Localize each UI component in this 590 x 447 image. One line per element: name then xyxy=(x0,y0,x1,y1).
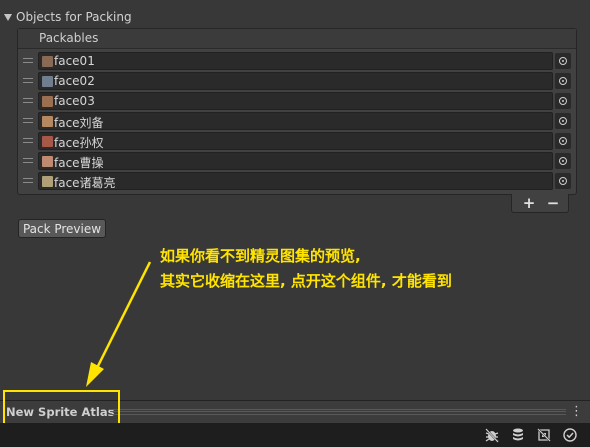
check-circle-icon[interactable] xyxy=(562,427,578,443)
debug-icon[interactable] xyxy=(484,427,500,443)
resize-grip[interactable] xyxy=(110,409,566,415)
annotation-highlight-box xyxy=(3,390,120,426)
layers-icon[interactable] xyxy=(510,427,526,443)
annotation-arrow xyxy=(86,261,152,387)
more-menu-icon[interactable]: ⋮ xyxy=(570,404,583,420)
status-bar xyxy=(0,423,590,447)
no-debug-icon[interactable] xyxy=(536,427,552,443)
